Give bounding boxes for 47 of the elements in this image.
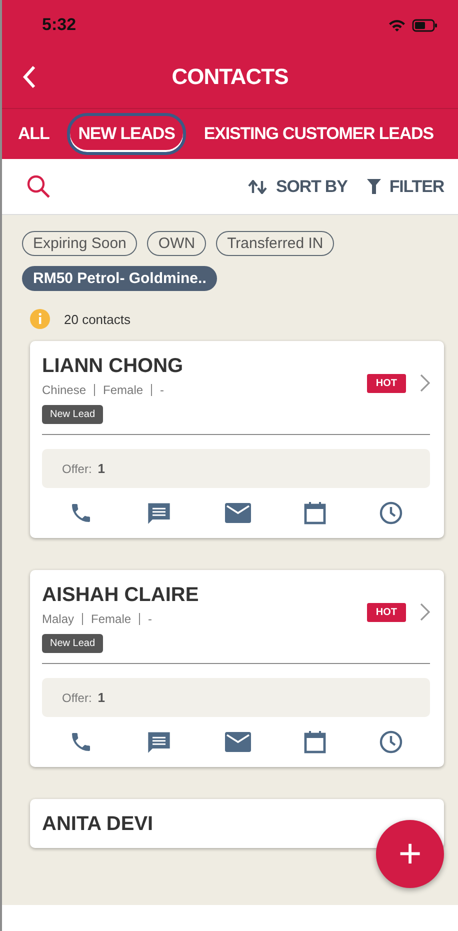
add-button[interactable]: + xyxy=(376,820,444,888)
offer-label: Offer: xyxy=(62,462,92,476)
contact-detail: Female xyxy=(103,383,144,397)
chevron-right-icon[interactable] xyxy=(420,374,430,392)
clock-icon[interactable] xyxy=(379,730,404,754)
sort-icon xyxy=(248,180,268,194)
contact-count: 20 contacts xyxy=(64,312,130,326)
info-icon xyxy=(30,309,50,329)
contact-name: ANITA DEVI xyxy=(42,813,154,836)
contact-name: AISHAH CLAIRE xyxy=(42,584,199,607)
contact-card[interactable]: AISHAH CLAIRE Malay Female - New Lead HOT Offer: 1 xyxy=(30,570,444,767)
tab[interactable]: EXISTING CUSTOMER LEADS xyxy=(194,114,444,154)
contact-detail: Chinese xyxy=(42,383,86,397)
calendar-icon[interactable] xyxy=(304,501,326,525)
filter-chip[interactable]: Expiring Soon xyxy=(22,231,138,256)
offer-label: Offer: xyxy=(62,690,92,704)
offer-value: 1 xyxy=(98,690,106,705)
back-icon[interactable] xyxy=(22,65,36,89)
hot-badge: HOT xyxy=(366,602,406,622)
tab[interactable]: NEW LEADS xyxy=(67,113,186,155)
mail-icon[interactable] xyxy=(224,731,251,753)
battery-icon xyxy=(412,18,438,32)
wifi-icon xyxy=(388,18,406,32)
contact-detail: - xyxy=(148,612,152,626)
contact-name: LIANN CHONG xyxy=(42,355,184,378)
lead-tag: New Lead xyxy=(42,405,104,424)
sort-button[interactable]: SORT BY xyxy=(248,176,348,196)
filter-chip[interactable]: OWN xyxy=(147,231,206,256)
page-title: CONTACTS xyxy=(172,64,288,90)
calendar-icon[interactable] xyxy=(304,730,326,754)
clock-icon[interactable] xyxy=(379,501,404,525)
mail-icon[interactable] xyxy=(224,502,251,524)
chevron-right-icon[interactable] xyxy=(420,603,430,621)
filter-chip[interactable]: RM50 Petrol- Goldmine.. xyxy=(22,266,218,291)
tab[interactable]: ALL xyxy=(8,114,60,154)
status-time: 5:32 xyxy=(42,15,76,35)
filter-icon xyxy=(367,179,382,194)
filter-chip[interactable]: Transferred IN xyxy=(216,231,334,256)
contact-detail: Female xyxy=(91,612,132,626)
hot-badge: HOT xyxy=(366,374,406,392)
contact-detail: - xyxy=(160,383,164,397)
contact-detail: Malay xyxy=(42,612,74,626)
contact-card[interactable]: LIANN CHONG Chinese Female - New Lead HOT Offer: 1 xyxy=(30,341,444,538)
offer-value: 1 xyxy=(98,461,106,476)
filter-button[interactable]: FILTER xyxy=(367,176,444,196)
search-icon[interactable] xyxy=(26,174,52,200)
lead-tag: New Lead xyxy=(42,634,104,653)
